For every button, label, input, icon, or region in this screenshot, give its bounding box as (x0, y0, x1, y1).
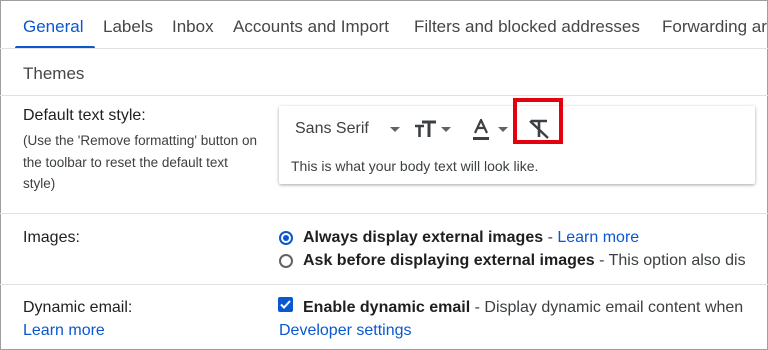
images-learn-more-link[interactable]: Learn more (557, 229, 639, 246)
checkmark-icon (280, 300, 291, 309)
tab-general[interactable]: General (23, 17, 83, 37)
tab-inbox[interactable]: Inbox (172, 17, 214, 37)
text-color-dropdown-icon[interactable] (498, 127, 508, 132)
section-divider (0, 284, 768, 285)
font-size-dropdown-icon[interactable] (441, 127, 451, 132)
images-label: Images: (23, 229, 80, 246)
tabs-divider (0, 95, 768, 96)
default-text-style-label: Default text style: (23, 107, 146, 124)
always-display-images-option[interactable]: Always display external images - Learn m… (303, 229, 639, 247)
always-display-images-radio[interactable] (279, 231, 293, 245)
font-family-dropdown-icon[interactable] (390, 127, 400, 132)
section-divider (0, 213, 768, 214)
ask-before-displaying-radio[interactable] (279, 254, 293, 268)
ask-before-displaying-option[interactable]: Ask before displaying external images - … (303, 252, 746, 270)
font-family-select[interactable]: Sans Serif (295, 120, 369, 138)
tab-filters-and-blocked-addresses[interactable]: Filters and blocked addresses (414, 17, 640, 37)
enable-dynamic-email-checkbox[interactable] (278, 297, 293, 312)
dynamic-email-learn-more-link[interactable]: Learn more (23, 322, 105, 340)
dynamic-email-label: Dynamic email: (23, 299, 133, 316)
text-color-icon[interactable] (472, 119, 490, 141)
font-size-icon[interactable] (414, 120, 438, 138)
tab-themes[interactable]: Themes (23, 64, 84, 84)
body-text-preview: This is what your body text will look li… (291, 158, 539, 174)
enable-dynamic-email-option[interactable]: Enable dynamic email - Display dynamic e… (303, 299, 743, 317)
highlight-box (513, 98, 563, 144)
tab-labels[interactable]: Labels (103, 17, 153, 37)
tab-accounts-and-import[interactable]: Accounts and Import (233, 17, 389, 37)
tab-forwarding[interactable]: Forwarding ar (662, 17, 767, 37)
default-text-style-note: (Use the 'Remove formatting' button on t… (23, 133, 258, 191)
developer-settings-link[interactable]: Developer settings (279, 322, 412, 340)
tab-row-divider (0, 48, 768, 49)
